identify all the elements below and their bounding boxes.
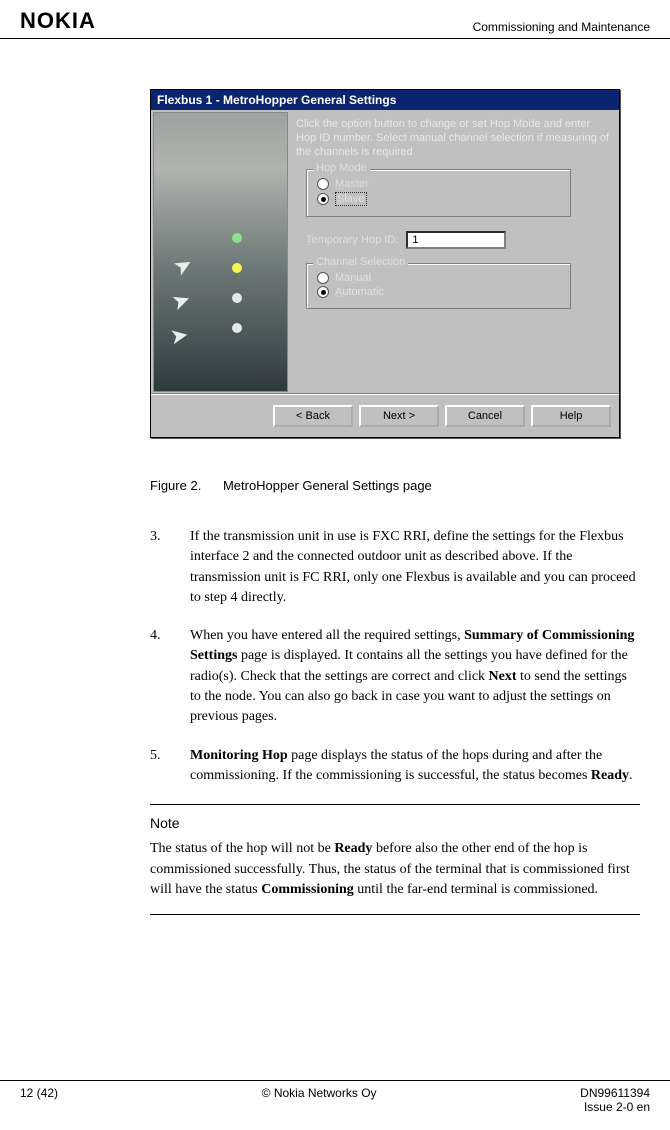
footer-page: 12 (42)	[20, 1086, 58, 1114]
radio-icon	[317, 286, 329, 298]
figure-number: Figure 2.	[150, 478, 201, 493]
brand-logo: NOKIA	[20, 8, 96, 34]
dialog-side-image: ➤➤➤	[153, 112, 288, 392]
figure-caption: Figure 2. MetroHopper General Settings p…	[150, 478, 640, 493]
step-text: When you have entered all the required s…	[190, 626, 640, 727]
radio-label: Master	[335, 178, 369, 190]
help-button[interactable]: Help	[531, 405, 611, 427]
note-title: Note	[150, 815, 640, 831]
step-4: 4. When you have entered all the require…	[150, 626, 640, 727]
hop-mode-fieldset: Hop Mode Master Slave	[306, 169, 571, 217]
footer-doc-number: DN99611394	[580, 1086, 650, 1100]
header-section: Commissioning and Maintenance	[473, 20, 650, 34]
hop-mode-master-radio[interactable]: Master	[317, 178, 560, 190]
channel-selection-fieldset: Channel Selection Manual Automatic	[306, 263, 571, 309]
step-text: Monitoring Hop page displays the status …	[190, 746, 640, 787]
hop-id-label: Temporary Hop ID:	[306, 234, 398, 246]
radio-icon	[317, 272, 329, 284]
radio-icon	[317, 193, 329, 205]
back-button[interactable]: < Back	[273, 405, 353, 427]
step-text: If the transmission unit in use is FXC R…	[190, 527, 640, 608]
channel-automatic-radio[interactable]: Automatic	[317, 286, 560, 298]
radio-label: Manual	[335, 272, 371, 284]
figure-title: MetroHopper General Settings page	[223, 478, 432, 493]
step-number: 5.	[150, 746, 190, 787]
footer-copyright: © Nokia Networks Oy	[262, 1086, 377, 1114]
hop-mode-legend: Hop Mode	[313, 162, 370, 174]
settings-dialog: Flexbus 1 - MetroHopper General Settings…	[150, 89, 620, 438]
step-5: 5. Monitoring Hop page displays the stat…	[150, 746, 640, 787]
radio-icon	[317, 178, 329, 190]
dialog-titlebar: Flexbus 1 - MetroHopper General Settings	[151, 90, 619, 110]
channel-selection-legend: Channel Selection	[313, 256, 408, 268]
channel-manual-radio[interactable]: Manual	[317, 272, 560, 284]
step-3: 3. If the transmission unit in use is FX…	[150, 527, 640, 608]
next-button[interactable]: Next >	[359, 405, 439, 427]
step-number: 4.	[150, 626, 190, 727]
radio-label: Automatic	[335, 286, 384, 298]
footer-issue: Issue 2-0 en	[580, 1100, 650, 1114]
hop-mode-slave-radio[interactable]: Slave	[317, 192, 560, 206]
cancel-button[interactable]: Cancel	[445, 405, 525, 427]
step-number: 3.	[150, 527, 190, 608]
note-block: Note The status of the hop will not be R…	[150, 804, 640, 915]
radio-label: Slave	[335, 192, 367, 206]
hop-id-input[interactable]	[406, 231, 506, 249]
note-body: The status of the hop will not be Ready …	[150, 839, 640, 900]
dialog-instruction: Click the option button to change or set…	[296, 118, 611, 159]
